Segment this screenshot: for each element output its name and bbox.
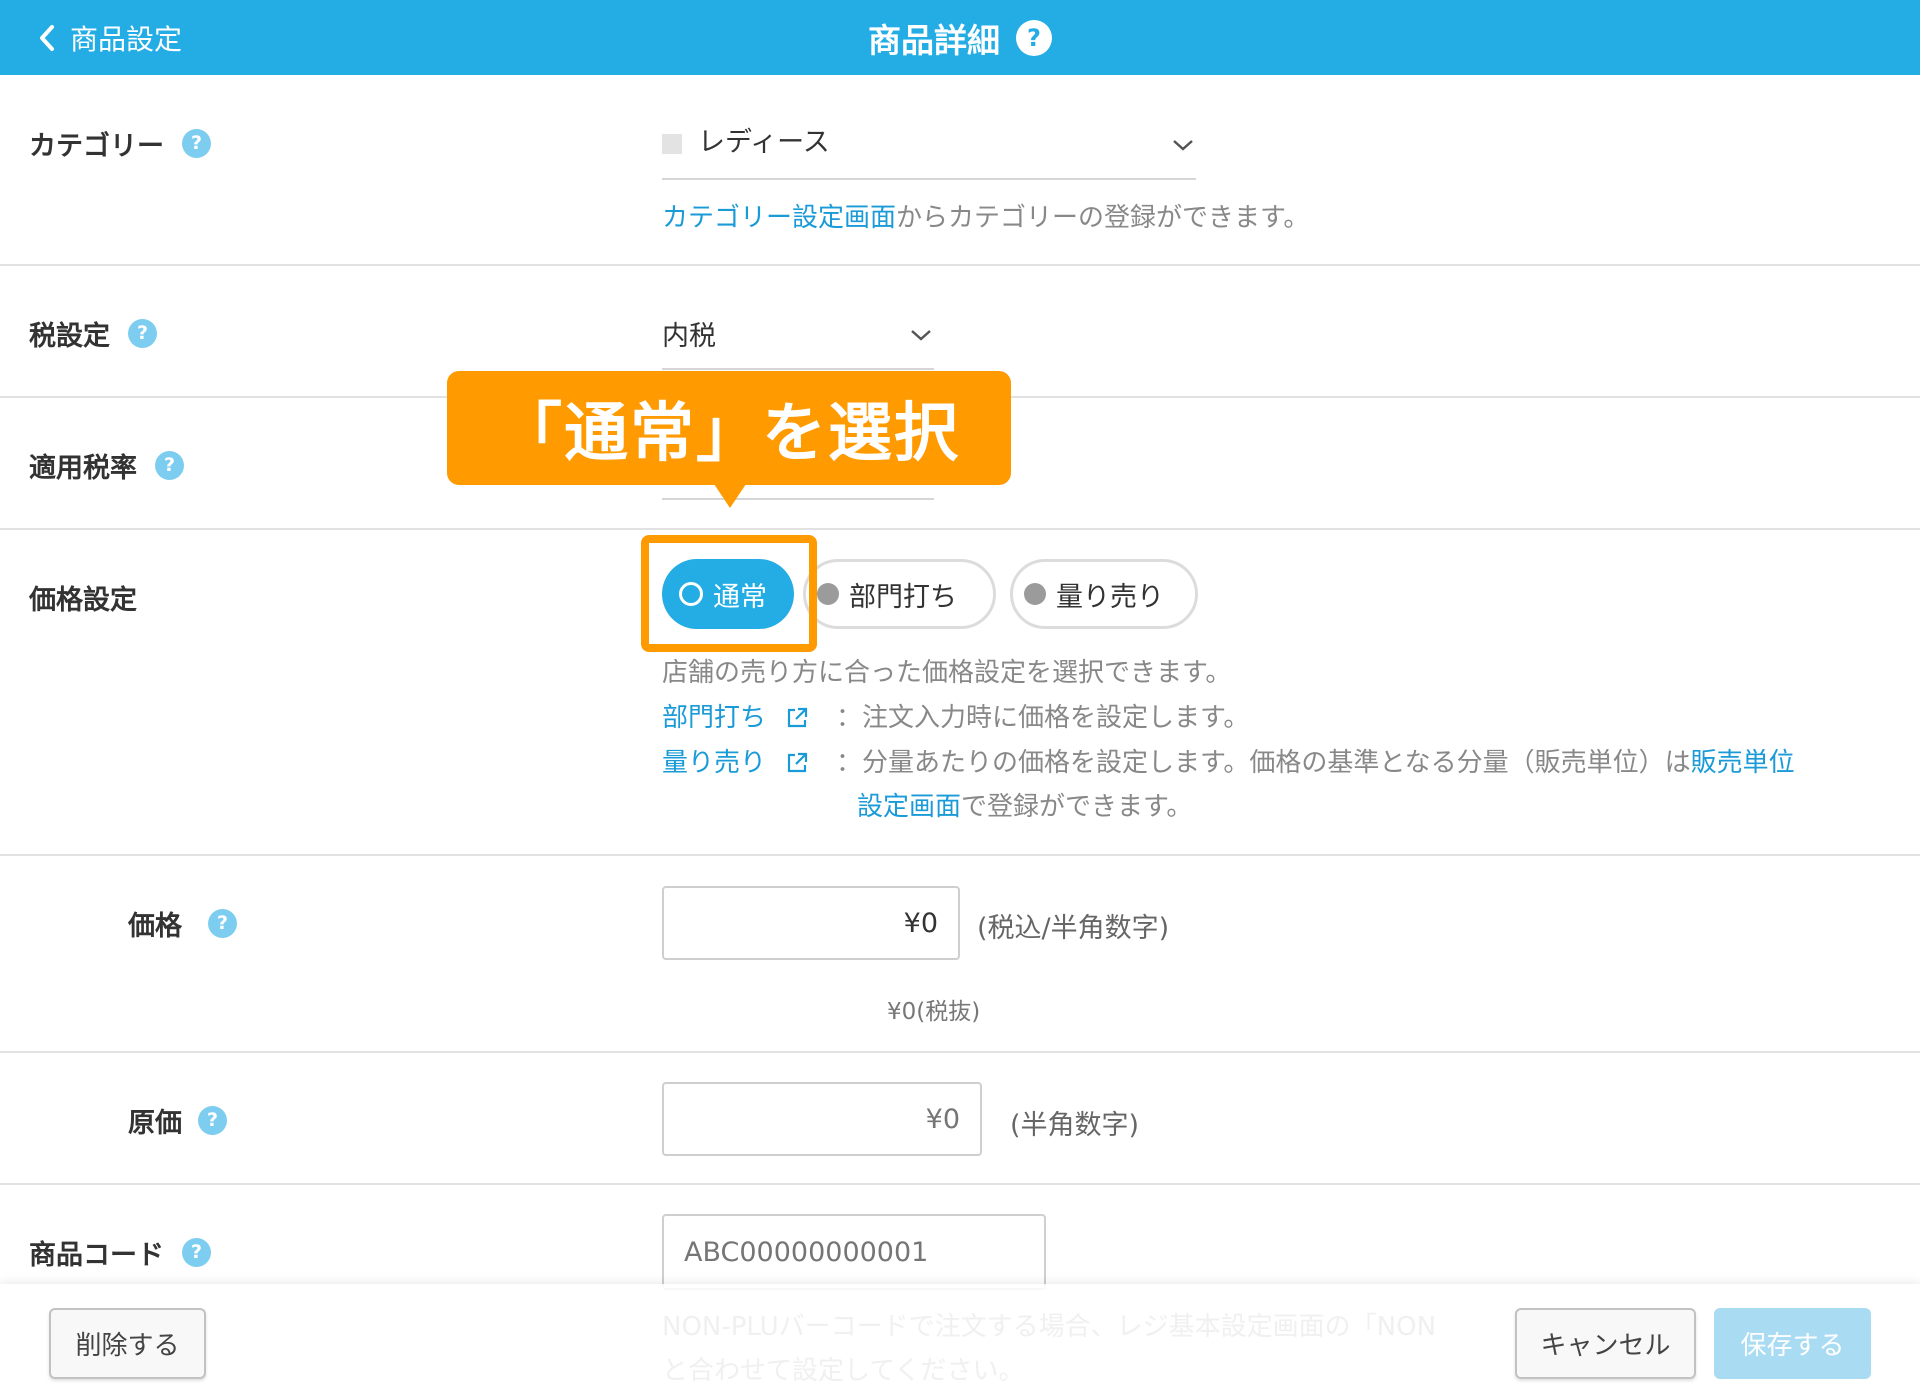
weight-desc-line2: 設定画面で登録ができます。: [857, 785, 1192, 829]
category-settings-link[interactable]: カテゴリー設定画面: [662, 203, 896, 233]
sales-unit-link[interactable]: 販売単位: [1691, 748, 1795, 778]
help-icon[interactable]: ?: [182, 1237, 211, 1267]
register-settings-link[interactable]: レジ基本設定画面: [1117, 1312, 1325, 1342]
app-header: 商品設定 商品詳細 ?: [0, 0, 1920, 75]
category-select[interactable]: レディース: [662, 120, 1196, 180]
sales-unit-settings-link[interactable]: 設定画面: [857, 792, 961, 822]
external-link-icon: [787, 752, 808, 773]
divider: [0, 528, 1920, 530]
title-area: 商品詳細 ?: [0, 0, 1920, 75]
save-button[interactable]: 保存する: [1714, 1308, 1871, 1379]
category-hint: カテゴリー設定画面からカテゴリーの登録ができます。: [662, 196, 1309, 240]
callout-pointer: [714, 484, 746, 508]
tax-rate-label: 適用税率 ?: [29, 445, 184, 485]
category-label-text: カテゴリー: [29, 130, 164, 162]
tax-rate-label-text: 適用税率: [29, 452, 137, 484]
weight-link[interactable]: 量り売り: [662, 748, 766, 778]
option-label: 部門打ち: [849, 581, 957, 613]
help-icon[interactable]: ?: [155, 450, 184, 480]
price-option-department[interactable]: 部門打ち: [803, 559, 996, 629]
weight-desc: ：分量あたりの価格を設定します。価格の基準となる分量（販売単位）は販売単位: [836, 741, 1896, 785]
price-setting-hint: 店舗の売り方に合った価格設定を選択できます。: [662, 658, 1232, 688]
help-icon[interactable]: ?: [182, 128, 211, 158]
code-hint-text-b: の「NON: [1324, 1312, 1437, 1342]
help-icon[interactable]: ?: [208, 908, 237, 938]
tax-label-text: 税設定: [29, 320, 110, 352]
cost-input[interactable]: [662, 1082, 982, 1156]
cost-unit: (半角数字): [1010, 1110, 1140, 1141]
help-icon[interactable]: ?: [1016, 19, 1052, 56]
price-input[interactable]: [662, 886, 960, 960]
selection-highlight: [641, 535, 817, 652]
back-label: 商品設定: [70, 22, 183, 56]
cancel-button[interactable]: キャンセル: [1515, 1308, 1696, 1379]
price-label: 価格 ?: [128, 903, 237, 943]
cost-label: 原価 ?: [128, 1100, 227, 1140]
chevron-down-icon: [911, 330, 931, 341]
radio-dot-icon: [1024, 583, 1046, 605]
price-option-weight[interactable]: 量り売り: [1010, 559, 1198, 629]
external-link-icon: [787, 707, 808, 728]
category-hint-text: からカテゴリーの登録ができます。: [896, 203, 1310, 233]
price-tax-excluded: ¥0(税抜): [887, 999, 981, 1025]
help-icon[interactable]: ?: [128, 318, 157, 348]
tax-select[interactable]: 内税: [662, 314, 934, 370]
code-hint-line1: NON-PLUバーコードで注文する場合、レジ基本設定画面の「NON: [662, 1305, 1436, 1349]
category-color-swatch: [662, 133, 682, 154]
code-label-text: 商品コード: [29, 1239, 164, 1271]
instruction-callout: 「通常」を選択: [447, 371, 1011, 485]
chevron-left-icon: [40, 24, 54, 51]
radio-dot-icon: [817, 583, 839, 605]
divider: [0, 854, 1920, 856]
department-hint: 部門打ち: [662, 696, 766, 740]
product-code-input[interactable]: [662, 1214, 1046, 1290]
delete-button[interactable]: 削除する: [49, 1308, 206, 1379]
help-icon[interactable]: ?: [198, 1105, 227, 1135]
price-setting-label: 価格設定: [29, 577, 137, 617]
price-setting-label-text: 価格設定: [29, 584, 137, 616]
price-label-text: 価格: [128, 910, 182, 942]
divider: [0, 264, 1920, 266]
category-label: カテゴリー ?: [29, 123, 211, 163]
divider: [0, 1183, 1920, 1185]
divider: [0, 1051, 1920, 1053]
weight-hint: 量り売り: [662, 741, 766, 785]
back-button[interactable]: 商品設定: [38, 0, 182, 75]
cost-label-text: 原価: [128, 1107, 182, 1139]
price-unit: (税込/半角数字): [977, 913, 1170, 944]
code-hint-text: NON-PLUバーコードで注文する場合、: [662, 1312, 1117, 1342]
chevron-down-icon: [1173, 140, 1193, 151]
tax-value: 内税: [662, 321, 716, 352]
department-desc: ：注文入力時に価格を設定します。: [836, 703, 1250, 733]
weight-desc-text: ：分量あたりの価格を設定します。価格の基準となる分量（販売単位）は: [836, 748, 1691, 778]
category-value: レディース: [698, 127, 830, 158]
tax-label: 税設定 ?: [29, 313, 157, 353]
option-label: 量り売り: [1056, 581, 1164, 613]
code-hint-line2: と合わせて設定してください。: [662, 1356, 1025, 1386]
code-label: 商品コード ?: [29, 1232, 211, 1272]
weight-desc-text2: で登録ができます。: [961, 792, 1193, 822]
department-link[interactable]: 部門打ち: [662, 703, 766, 733]
page-title: 商品詳細: [868, 20, 1000, 60]
